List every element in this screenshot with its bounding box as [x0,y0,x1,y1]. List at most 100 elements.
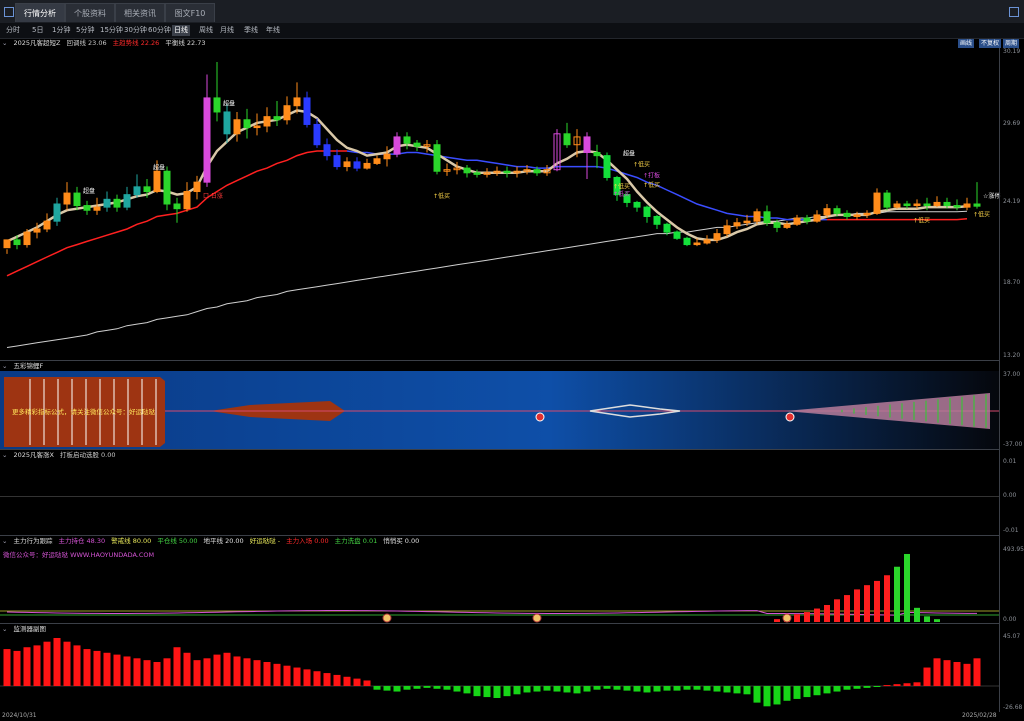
monitor-bar [333,674,341,686]
panel-toggle-icon[interactable] [4,7,14,17]
monitor-bar [643,686,651,693]
candle-body [253,125,261,129]
period-5day[interactable]: 5日 [30,25,45,36]
signal-label: ↑低买 [913,217,930,225]
candle-body [203,97,211,183]
candle-body [533,169,541,174]
monitor-bar [563,686,571,693]
candle-body [233,119,241,135]
signal-label: ☆涨停 [983,192,1000,200]
monitor-bar [513,686,521,695]
tab-news[interactable]: 相关资讯 [115,3,165,22]
period-day[interactable]: 日线 [172,25,190,36]
flow-legend-8: 悄悄买 0.00 [383,537,420,545]
monitor-bar [93,650,101,686]
panel-toggle-right-icon[interactable] [1009,7,1019,17]
candle-body [923,203,931,207]
candle-body [333,155,341,168]
flow-legend-3: 平仓线 50.00 [157,537,198,545]
candle-body [363,162,371,169]
candle-body [963,203,971,208]
candle-body [353,161,361,169]
signal-label: ↑低买 [973,210,990,218]
period-30min[interactable]: 30分钟 [122,25,149,36]
candle-body [13,239,21,246]
monitor-bar [83,649,91,686]
zt-panel-header: ⌄ 2025凡客涨X 打板启动选股 0.00 [2,450,122,461]
no-adjust-button[interactable]: 不复权 [979,39,1002,48]
monitor-bar [143,660,151,686]
monitor-indicator-chart[interactable] [0,634,1024,712]
y-tick-5: 13.20 [1003,352,1021,359]
monitor-bar [23,647,31,686]
monitor-bar [823,686,831,694]
monitor-bar [783,686,791,701]
period-year[interactable]: 年线 [264,25,282,36]
monitor-bar [33,645,41,686]
candlestick-chart[interactable]: 超盘超盘超盘超盘口 日涨 ↑低买↑低买 ↑低买↑低买↑低买↑低买☆涨停↑低买↑打板 [0,48,1024,360]
candle-body [693,242,701,246]
signal-label: 超盘 [83,187,95,195]
y-tick-1: 30.19 [1003,48,1021,55]
main-legend-3: 平衡线 22.73 [165,39,206,47]
monitor-bar [293,667,301,686]
flow-bar [864,585,870,622]
monitor-bar [743,686,751,695]
period-week[interactable]: 周线 [197,25,215,36]
cycle-button[interactable]: 周期 [1003,39,1020,48]
collapse-icon[interactable]: ⌄ [2,537,7,545]
signal-label: ↑打板 [643,171,660,179]
monitor-bar [163,658,171,686]
tab-f10[interactable]: 图文F10 [165,3,215,22]
monitor-bar [113,654,121,686]
monitor-bar [913,682,921,686]
candle-body [813,214,821,222]
period-tick[interactable]: 分时 [4,25,22,36]
period-month[interactable]: 月线 [218,25,236,36]
monitor-bar [603,686,611,689]
monitor-bar [43,641,51,686]
candle-body [393,136,401,155]
candle-body [83,205,91,211]
monitor-bar [173,647,181,686]
candle-body [883,192,891,208]
monitor-bar [253,660,261,686]
candle-body [583,136,591,154]
flow-bar [794,614,800,622]
collapse-icon[interactable]: ⌄ [2,451,7,459]
flow-indicator-chart[interactable] [0,546,1024,624]
collapse-icon[interactable]: ⌄ [2,39,7,47]
period-5min[interactable]: 5分钟 [74,25,96,36]
main-panel-title: 2025凡客超短Z [13,39,61,47]
flow-bar [774,619,780,622]
candle-body [783,223,791,228]
monitor-bar [153,662,161,686]
tab-analysis[interactable]: 行情分析 [15,3,65,22]
candle-body [283,105,291,121]
candle-body [193,181,201,193]
wucai-ball-icon [785,412,795,422]
flow-y-bottom: 0.00 [1003,616,1017,623]
candle-body [643,206,651,217]
monitor-bar [723,686,731,693]
monitor-bar [343,676,351,686]
monitor-bar [203,658,211,686]
monitor-bar [593,686,601,690]
period-60min[interactable]: 60分钟 [146,25,173,36]
monitor-bar [503,686,511,697]
monitor-bar [303,669,311,686]
period-1min[interactable]: 1分钟 [50,25,72,36]
collapse-icon[interactable]: ⌄ [2,625,7,633]
monitor-bar [3,649,11,686]
draw-line-button[interactable]: 画线 [958,39,975,48]
period-15min[interactable]: 15分钟 [98,25,125,36]
monitor-bar [583,686,591,692]
collapse-icon[interactable]: ⌄ [2,362,7,370]
monitor-bar [53,638,61,686]
candle-body [723,225,731,235]
tab-profile[interactable]: 个股资料 [65,3,115,22]
candle-body [683,237,691,246]
flow-legend-5: 好运哒哒 - [249,537,281,545]
monitor-bar [483,686,491,698]
period-season[interactable]: 季线 [242,25,260,36]
